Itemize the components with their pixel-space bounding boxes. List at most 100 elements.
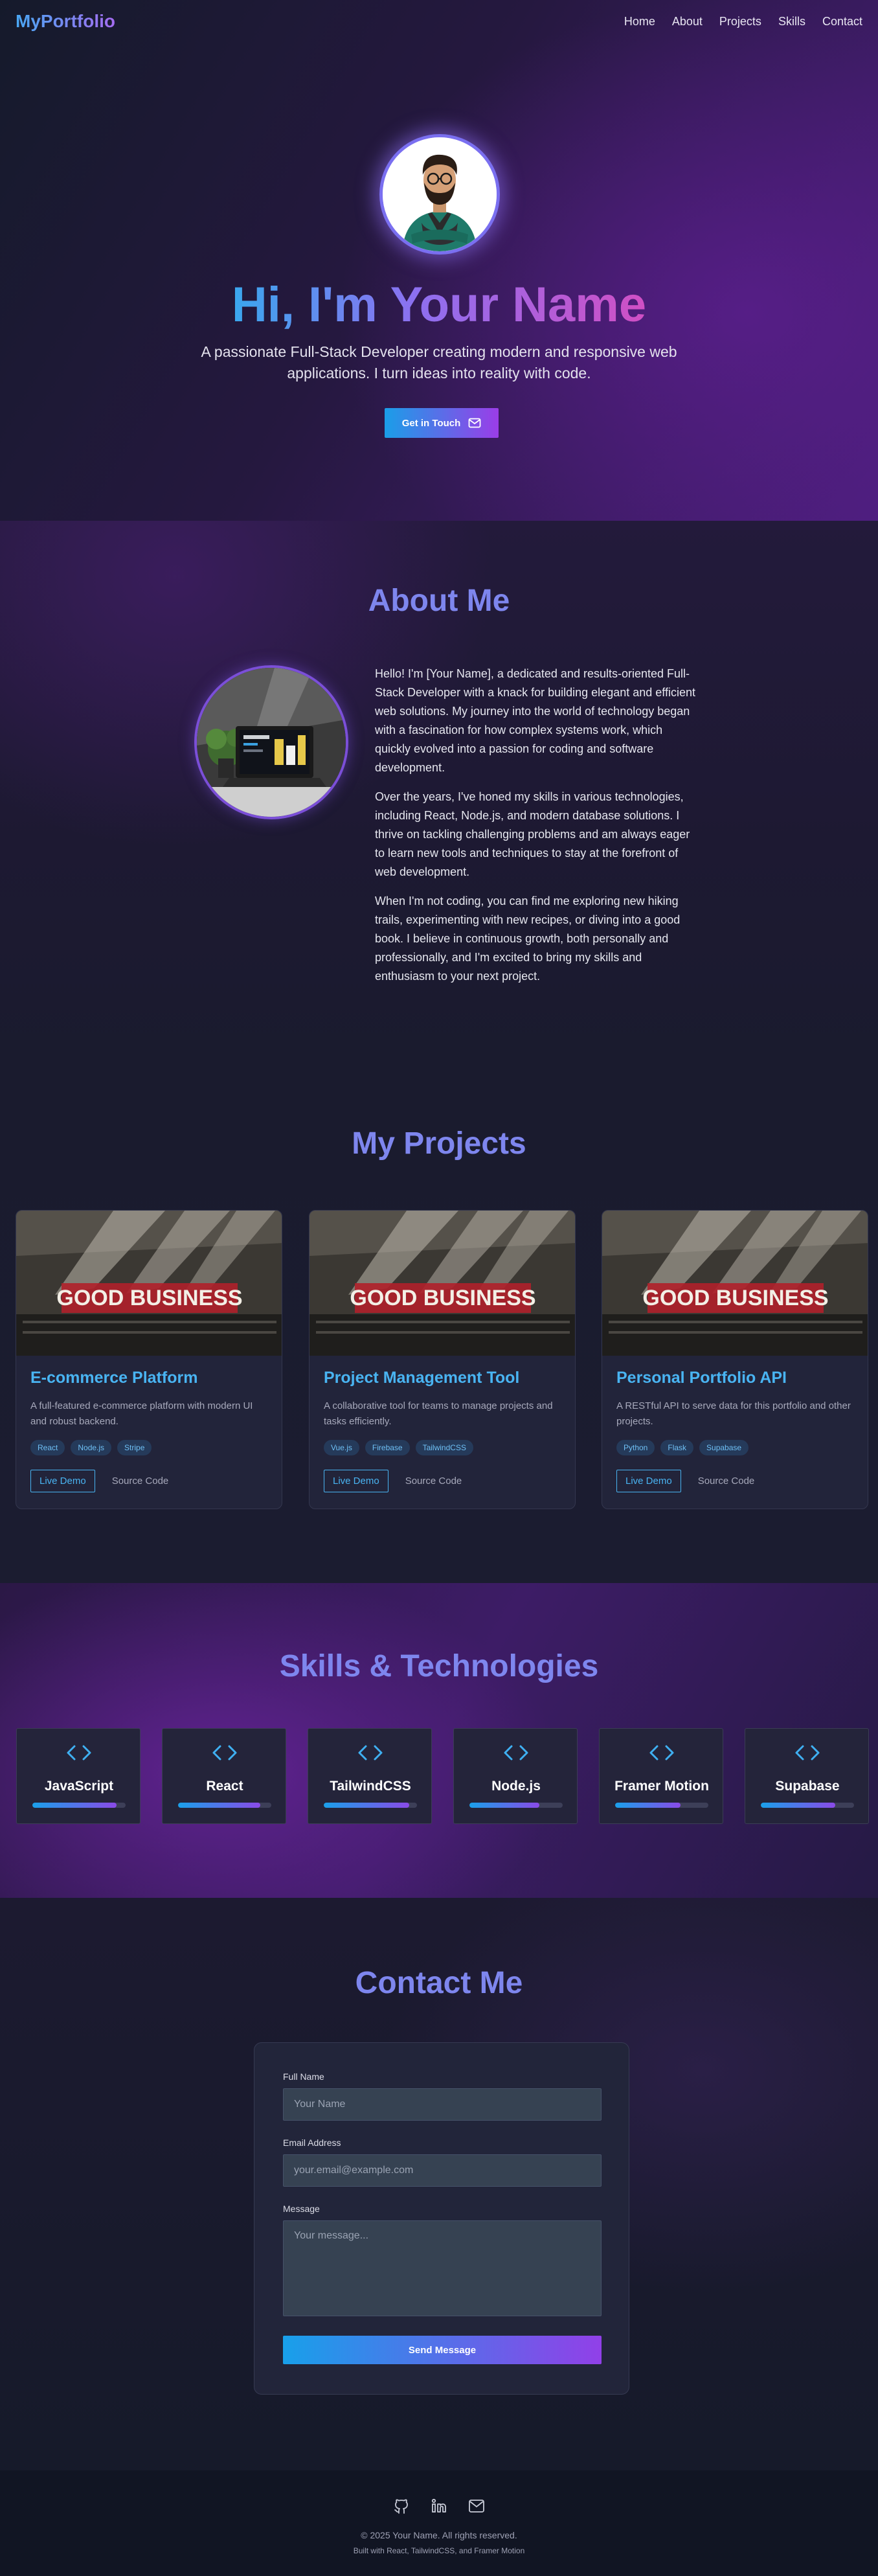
contact-title: Contact Me [355, 1966, 523, 2000]
nav-link-skills[interactable]: Skills [778, 15, 805, 28]
skill-progress-bar [32, 1803, 126, 1808]
project-image: GOOD BUSINESS [602, 1211, 868, 1356]
project-image: GOOD BUSINESS [310, 1211, 575, 1356]
nav-links: Home About Projects Skills Contact [624, 15, 862, 28]
skill-card: JavaScript [16, 1728, 141, 1824]
skill-name: Node.js [491, 1779, 541, 1794]
skill-card: Framer Motion [599, 1728, 723, 1824]
tech-tag: TailwindCSS [415, 1440, 473, 1455]
about-title: About Me [368, 584, 510, 618]
full-name-input[interactable] [283, 2088, 602, 2121]
footer: © 2025 Your Name. All rights reserved. B… [0, 2470, 878, 2576]
skill-progress-fill [178, 1803, 260, 1808]
tech-tag: Firebase [365, 1440, 410, 1455]
project-tags: React Node.js Stripe [30, 1440, 152, 1455]
message-textarea[interactable] [283, 2220, 602, 2316]
skill-card: Supabase [745, 1728, 869, 1824]
project-actions: Live Demo Source Code [324, 1470, 462, 1492]
nav-link-about[interactable]: About [672, 15, 703, 28]
built-with-text: Built with React, TailwindCSS, and Frame… [353, 2546, 525, 2555]
laptop-photo [197, 668, 346, 817]
live-demo-button[interactable]: Live Demo [324, 1470, 388, 1492]
svg-text:GOOD BUSINESS: GOOD BUSINESS [56, 1286, 242, 1310]
tech-tag: React [30, 1440, 65, 1455]
nav-link-contact[interactable]: Contact [822, 15, 862, 28]
skill-card: TailwindCSS [308, 1728, 432, 1824]
tech-tag: Vue.js [324, 1440, 359, 1455]
project-description: A full-featured e-commerce platform with… [30, 1400, 253, 1427]
code-icon [308, 1743, 433, 1766]
project-card: GOOD BUSINESS Project Management Tool A … [309, 1210, 576, 1509]
about-paragraph: When I'm not coding, you can find me exp… [375, 895, 681, 983]
profile-photo [383, 137, 497, 251]
live-demo-button[interactable]: Live Demo [30, 1470, 95, 1492]
project-title: Project Management Tool [324, 1369, 520, 1387]
skill-name: Supabase [775, 1779, 840, 1794]
project-actions: Live Demo Source Code [616, 1470, 754, 1492]
email-label: Email Address [283, 2137, 341, 2148]
email-input[interactable] [283, 2154, 602, 2187]
code-icon [163, 1743, 287, 1766]
contact-form: Full Name Email Address Message Send Mes… [254, 2042, 629, 2395]
project-description: A collaborative tool for teams to manage… [324, 1400, 553, 1427]
about-image [194, 665, 348, 819]
tech-tag: Flask [660, 1440, 694, 1455]
tech-tag: Python [616, 1440, 655, 1455]
code-icon [745, 1743, 870, 1766]
project-card: GOOD BUSINESS Personal Portfolio API A R… [602, 1210, 868, 1509]
top-navbar: MyPortfolio Home About Projects Skills C… [0, 0, 878, 43]
tech-tag: Supabase [699, 1440, 749, 1455]
skill-name: React [206, 1779, 243, 1794]
linkedin-icon[interactable] [428, 2495, 450, 2517]
project-description: A RESTful API to serve data for this por… [616, 1400, 851, 1427]
skill-name: Framer Motion [614, 1779, 709, 1794]
source-code-link[interactable]: Source Code [405, 1476, 462, 1487]
skill-progress-bar [469, 1803, 563, 1808]
social-links [0, 2495, 878, 2517]
nav-link-home[interactable]: Home [624, 15, 655, 28]
code-icon [17, 1743, 141, 1766]
site-logo[interactable]: MyPortfolio [16, 11, 115, 32]
project-tags: Python Flask Supabase [616, 1440, 749, 1455]
svg-text:GOOD BUSINESS: GOOD BUSINESS [642, 1286, 828, 1310]
about-text: Hello! I'm [Your Name], a dedicated and … [375, 665, 696, 996]
live-demo-button[interactable]: Live Demo [616, 1470, 681, 1492]
project-title: Personal Portfolio API [616, 1369, 787, 1387]
svg-text:GOOD BUSINESS: GOOD BUSINESS [350, 1286, 535, 1310]
get-in-touch-label: Get in Touch [401, 417, 461, 429]
nav-link-projects[interactable]: Projects [719, 15, 761, 28]
skill-progress-fill [32, 1803, 117, 1808]
send-message-button[interactable]: Send Message [283, 2336, 602, 2364]
skill-progress-bar [761, 1803, 854, 1808]
copyright-text: © 2025 Your Name. All rights reserved. [361, 2530, 517, 2540]
mail-icon [468, 418, 481, 428]
mail-icon[interactable] [466, 2495, 488, 2517]
message-label: Message [283, 2204, 320, 2214]
hero-title: Hi, I'm Your Name [231, 277, 647, 332]
tech-tag: Node.js [71, 1440, 112, 1455]
skill-card: Node.js [453, 1728, 578, 1824]
tech-tag: Stripe [117, 1440, 152, 1455]
get-in-touch-button[interactable]: Get in Touch [385, 408, 499, 438]
skill-progress-bar [324, 1803, 417, 1808]
project-title: E-commerce Platform [30, 1369, 198, 1387]
projects-title: My Projects [352, 1126, 526, 1161]
about-paragraph: Hello! I'm [Your Name], a dedicated and … [375, 667, 695, 774]
project-tags: Vue.js Firebase TailwindCSS [324, 1440, 473, 1455]
skill-progress-bar [615, 1803, 708, 1808]
hero-subtitle: A passionate Full-Stack Developer creati… [201, 343, 677, 382]
skills-title: Skills & Technologies [279, 1649, 599, 1683]
source-code-link[interactable]: Source Code [698, 1476, 755, 1487]
skill-progress-fill [469, 1803, 539, 1808]
source-code-link[interactable]: Source Code [112, 1476, 169, 1487]
hero-section: Hi, I'm Your Name A passionate Full-Stac… [0, 0, 878, 521]
skill-progress-bar [178, 1803, 271, 1808]
skill-progress-fill [324, 1803, 410, 1808]
full-name-label: Full Name [283, 2071, 324, 2082]
project-image: GOOD BUSINESS [16, 1211, 282, 1356]
about-paragraph: Over the years, I've honed my skills in … [375, 790, 690, 878]
skill-progress-fill [615, 1803, 681, 1808]
project-actions: Live Demo Source Code [30, 1470, 168, 1492]
skill-name: TailwindCSS [330, 1779, 411, 1794]
github-icon[interactable] [390, 2495, 412, 2517]
